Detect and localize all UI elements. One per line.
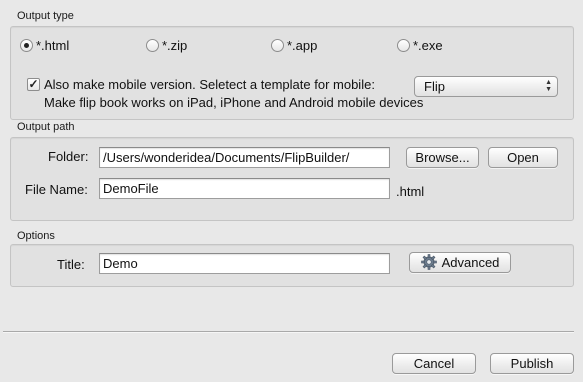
radio-exe[interactable]: *.exe (397, 38, 443, 53)
output-path-title: Output path (17, 121, 75, 133)
radio-html-button[interactable] (20, 39, 33, 52)
radio-zip[interactable]: *.zip (146, 38, 187, 53)
advanced-label: Advanced (441, 255, 500, 270)
gear-icon (420, 254, 437, 270)
mobile-version-checkbox[interactable]: ✓ (27, 78, 40, 91)
radio-html-label: *.html (36, 38, 70, 53)
mobile-template-value: Flip (424, 79, 445, 94)
open-button[interactable]: Open (488, 147, 558, 168)
radio-html[interactable]: *.html (20, 38, 69, 53)
publish-button[interactable]: Publish (490, 353, 574, 374)
output-type-title: Output type (17, 10, 74, 22)
advanced-button[interactable]: Advanced (409, 252, 511, 273)
options-title: Options (17, 230, 55, 242)
radio-exe-label: *.exe (413, 38, 443, 53)
folder-label: Folder: (48, 149, 89, 164)
title-field[interactable]: Demo (99, 253, 390, 274)
file-extension-label: .html (396, 184, 425, 199)
cancel-button[interactable]: Cancel (392, 353, 476, 374)
file-name-label: File Name: (25, 182, 88, 197)
radio-zip-button[interactable] (146, 39, 159, 52)
browse-button[interactable]: Browse... (406, 147, 479, 168)
mobile-version-label: Also make mobile version. Seletect a tem… (44, 77, 375, 92)
updown-arrows-icon: ▲ ▼ (545, 79, 552, 93)
radio-app-label: *.app (287, 38, 318, 53)
radio-exe-button[interactable] (397, 39, 410, 52)
folder-field[interactable]: /Users/wonderidea/Documents/FlipBuilder/ (99, 147, 390, 168)
radio-app-button[interactable] (271, 39, 284, 52)
file-name-field[interactable]: DemoFile (99, 178, 390, 199)
mobile-version-description: Make flip book works on iPad, iPhone and… (44, 95, 424, 110)
title-label: Title: (57, 257, 85, 272)
radio-zip-label: *.zip (162, 38, 188, 53)
mobile-template-select[interactable]: Flip ▲ ▼ (414, 76, 558, 97)
footer-divider (3, 331, 574, 332)
radio-app[interactable]: *.app (271, 38, 317, 53)
